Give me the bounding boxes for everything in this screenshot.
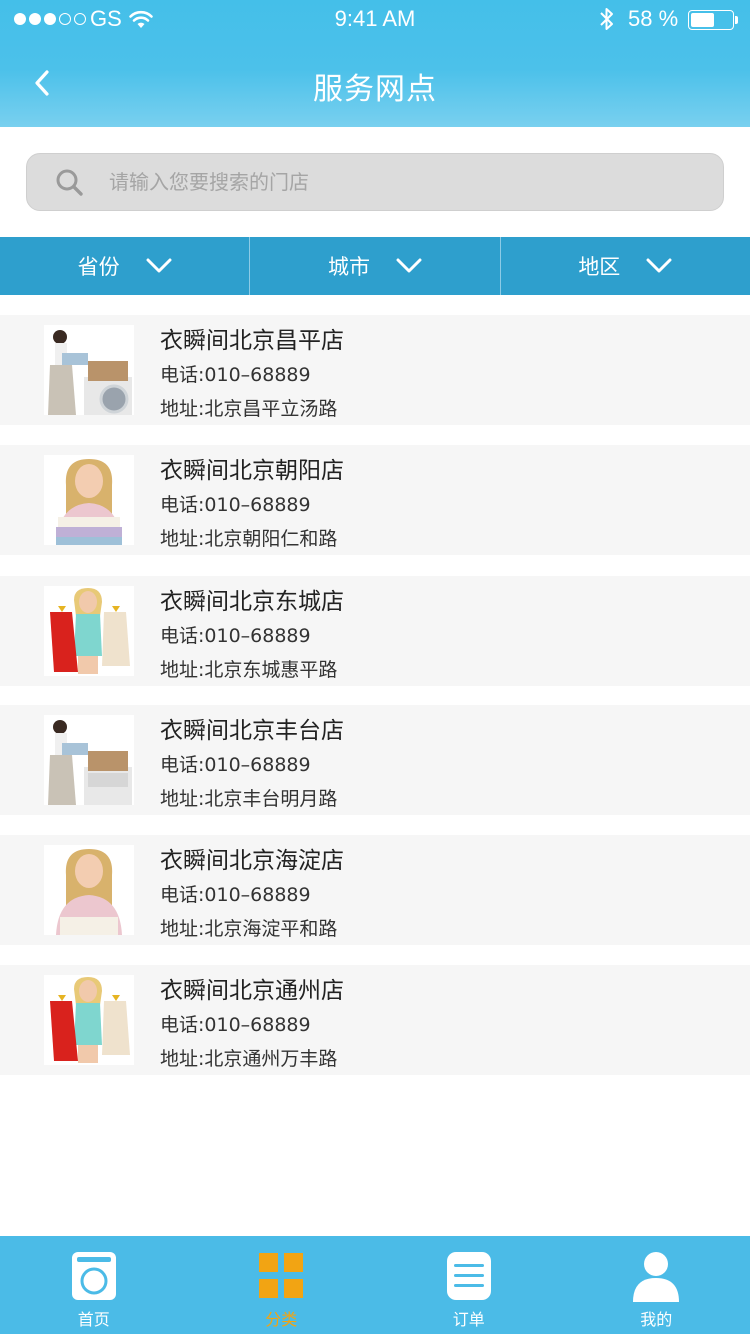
store-name: 衣瞬间北京丰台店 <box>160 718 344 744</box>
header: GS 9:41 AM 58 % 服务网点 <box>0 0 750 127</box>
nav-bar: 服务网点 <box>0 40 750 127</box>
store-image <box>44 325 134 415</box>
search-box[interactable] <box>26 153 724 211</box>
store-phone: 电话:010–68889 <box>160 364 311 386</box>
bluetooth-icon <box>598 6 616 36</box>
tab-orders[interactable]: 订单 <box>375 1236 563 1334</box>
store-address: 地址:北京丰台明月路 <box>160 788 338 810</box>
store-address: 地址:北京东城惠平路 <box>160 659 338 681</box>
store-image <box>44 586 134 676</box>
chevron-down-icon <box>146 258 172 273</box>
store-name: 衣瞬间北京海淀店 <box>160 848 344 874</box>
search-icon <box>55 168 85 202</box>
store-name: 衣瞬间北京通州店 <box>160 978 344 1004</box>
tab-label: 分类 <box>265 1310 298 1329</box>
order-list-icon <box>446 1252 491 1300</box>
store-list-item[interactable]: 衣瞬间北京丰台店 电话:010–68889 地址:北京丰台明月路 <box>0 705 750 815</box>
page-title: 服务网点 <box>313 72 437 107</box>
store-list-item[interactable]: 衣瞬间北京通州店 电话:010–68889 地址:北京通州万丰路 <box>0 965 750 1075</box>
store-image <box>44 455 134 545</box>
store-address: 地址:北京昌平立汤路 <box>160 398 338 420</box>
tab-category[interactable]: 分类 <box>188 1236 376 1334</box>
store-address: 地址:北京海淀平和路 <box>160 918 338 940</box>
filter-province[interactable]: 省份 <box>0 237 249 295</box>
tab-profile[interactable]: 我的 <box>563 1236 750 1334</box>
store-image <box>44 845 134 935</box>
store-address: 地址:北京朝阳仁和路 <box>160 528 338 550</box>
filter-district[interactable]: 地区 <box>499 237 750 295</box>
store-image <box>44 975 134 1065</box>
battery-level <box>691 13 714 27</box>
filter-label: 省份 <box>77 255 120 279</box>
search-input[interactable] <box>109 154 709 210</box>
search-area <box>0 127 750 237</box>
filter-label: 地区 <box>578 255 621 279</box>
store-phone: 电话:010–68889 <box>160 494 311 516</box>
user-icon <box>633 1252 680 1302</box>
chevron-down-icon <box>646 258 672 273</box>
store-image <box>44 715 134 805</box>
store-phone: 电话:010–68889 <box>160 1014 311 1036</box>
battery-icon <box>688 10 734 30</box>
tab-label: 首页 <box>77 1310 110 1329</box>
store-address: 地址:北京通州万丰路 <box>160 1048 338 1070</box>
status-bar: GS 9:41 AM 58 % <box>0 0 750 40</box>
store-list-item[interactable]: 衣瞬间北京朝阳店 电话:010–68889 地址:北京朝阳仁和路 <box>0 445 750 555</box>
filter-bar: 省份 城市 地区 <box>0 237 750 295</box>
battery-cap <box>735 16 738 24</box>
tab-label: 我的 <box>640 1310 673 1329</box>
store-phone: 电话:010–68889 <box>160 754 311 776</box>
store-phone: 电话:010–68889 <box>160 625 311 647</box>
tab-label: 订单 <box>452 1310 485 1329</box>
store-phone: 电话:010–68889 <box>160 884 311 906</box>
filter-label: 城市 <box>327 255 370 279</box>
store-list-item[interactable]: 衣瞬间北京东城店 电话:010–68889 地址:北京东城惠平路 <box>0 576 750 686</box>
store-name: 衣瞬间北京东城店 <box>160 589 344 615</box>
chevron-down-icon <box>396 258 422 273</box>
store-name: 衣瞬间北京昌平店 <box>160 328 344 354</box>
tab-home[interactable]: 首页 <box>0 1236 188 1334</box>
store-list-item[interactable]: 衣瞬间北京昌平店 电话:010–68889 地址:北京昌平立汤路 <box>0 315 750 425</box>
battery-percentage: 58 % <box>628 6 679 31</box>
category-grid-icon <box>259 1253 304 1298</box>
store-name: 衣瞬间北京朝阳店 <box>160 458 344 484</box>
filter-city[interactable]: 城市 <box>249 237 499 295</box>
store-list-item[interactable]: 衣瞬间北京海淀店 电话:010–68889 地址:北京海淀平和路 <box>0 835 750 945</box>
washing-machine-icon <box>71 1252 116 1300</box>
tab-bar: 首页 分类 订单 我的 <box>0 1236 750 1334</box>
